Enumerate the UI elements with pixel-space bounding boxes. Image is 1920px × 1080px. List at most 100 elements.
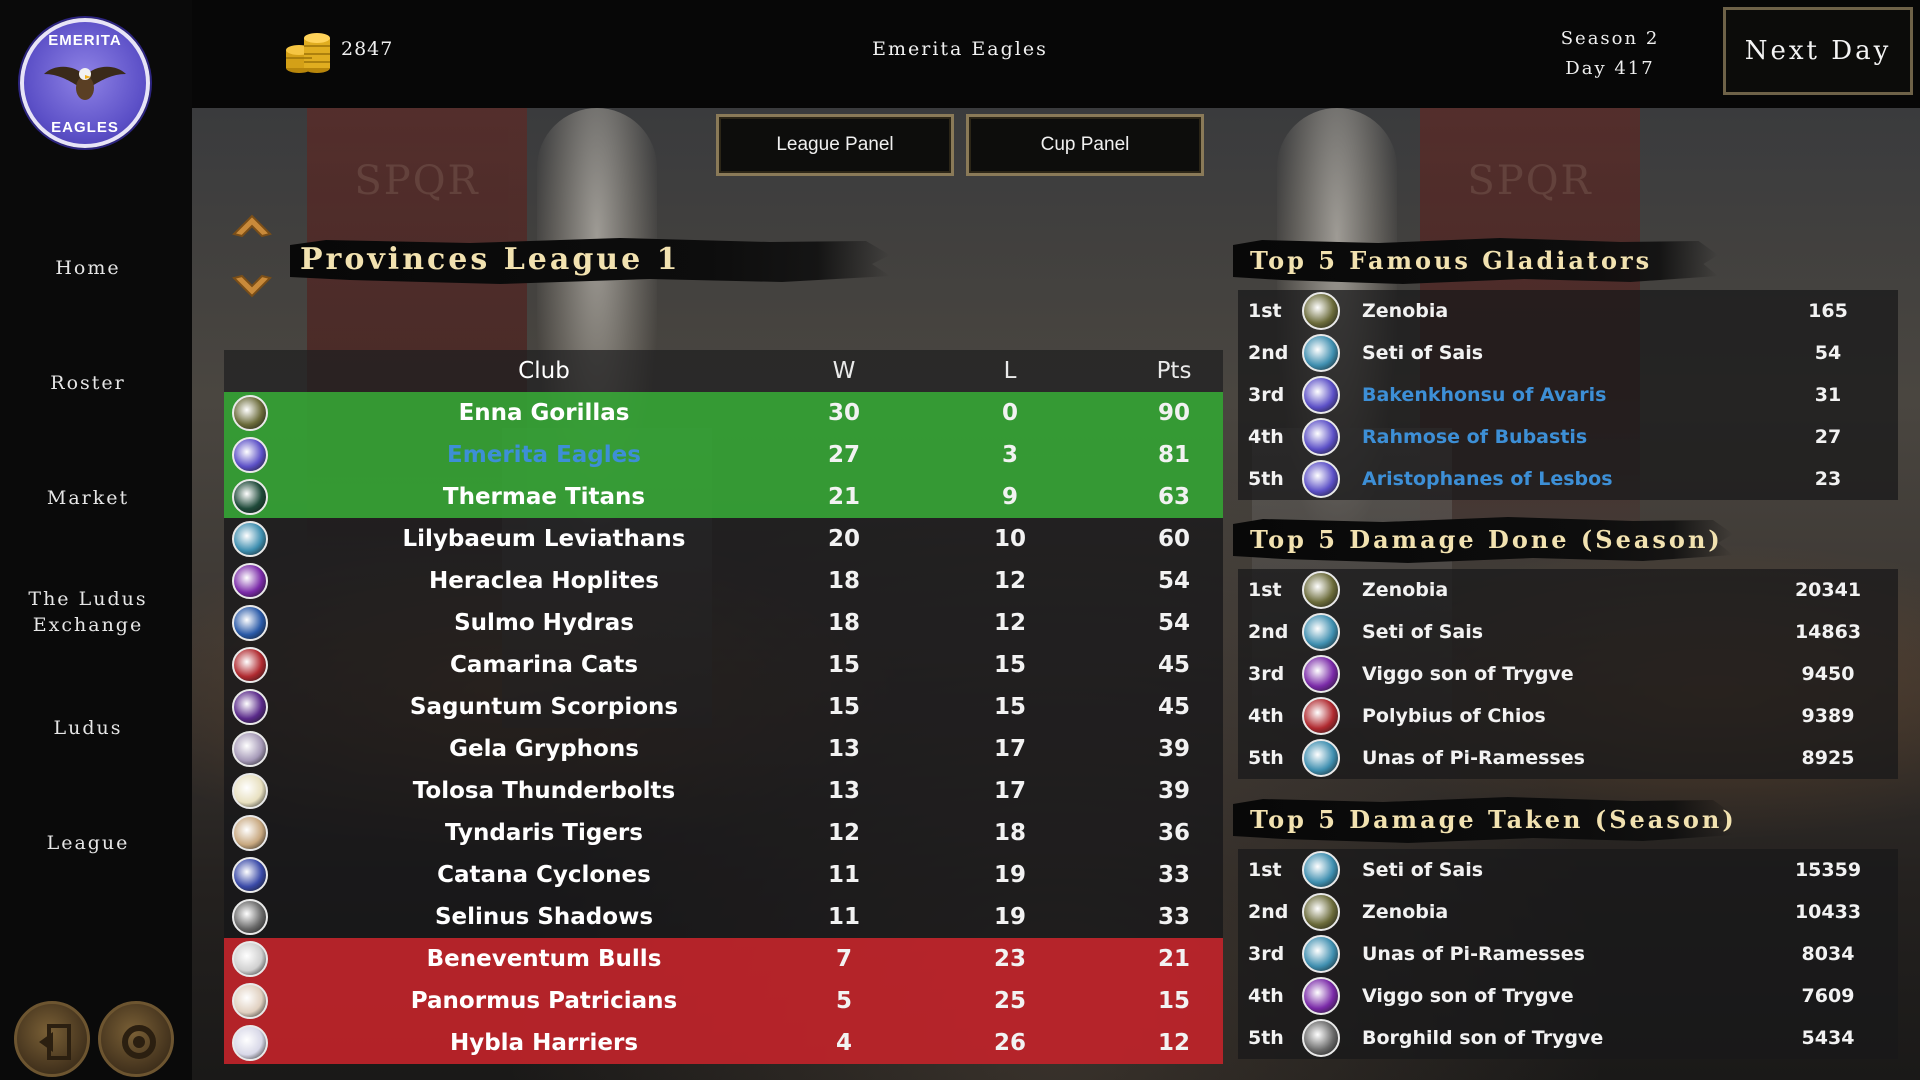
gladiator-name[interactable]: Rahmose of Bubastis — [1362, 426, 1762, 448]
league-row[interactable]: Camarina Cats 15 15 45 — [224, 644, 1223, 686]
nav-roster[interactable]: Roster — [0, 370, 176, 396]
league-row[interactable]: Catana Cyclones 11 19 33 — [224, 854, 1223, 896]
damage-taken-table: 1st Seti of Sais 15359 2nd Zenobia 10433 3rd Un… — [1238, 849, 1898, 1059]
previous-league-arrow[interactable] — [230, 206, 274, 240]
league-row[interactable]: Heraclea Hoplites 18 12 54 — [224, 560, 1223, 602]
wins-cell: 21 — [827, 484, 860, 510]
damage-done-title: Top 5 Damage Done (Season) — [1250, 525, 1723, 554]
nav-league[interactable]: League — [0, 830, 176, 856]
losses-cell: 17 — [993, 778, 1026, 804]
losses-cell: 3 — [1001, 442, 1018, 468]
club-name-cell[interactable]: Selinus Shadows — [344, 904, 744, 930]
points-cell: 33 — [1157, 904, 1190, 930]
wins-cell: 11 — [827, 862, 860, 888]
club-badge-icon — [1302, 935, 1340, 973]
league-row[interactable]: Saguntum Scorpions 15 15 45 — [224, 686, 1223, 728]
league-row[interactable]: Panormus Patricians 5 25 15 — [224, 980, 1223, 1022]
gladiator-name[interactable]: Borghild son of Trygve — [1362, 1027, 1762, 1049]
club-name-cell[interactable]: Thermae Titans — [344, 484, 744, 510]
stat-row: 5th Aristophanes of Lesbos 23 — [1238, 458, 1898, 500]
settings-gear-icon — [122, 1025, 156, 1059]
league-title: Provinces League 1 — [300, 242, 681, 277]
wins-cell: 13 — [827, 778, 860, 804]
club-name-cell[interactable]: Tolosa Thunderbolts — [344, 778, 744, 804]
losses-cell: 12 — [993, 610, 1026, 636]
col-club: Club — [518, 358, 570, 384]
club-badge-icon — [232, 857, 268, 893]
gladiator-name[interactable]: Seti of Sais — [1362, 621, 1762, 643]
club-name-cell[interactable]: Saguntum Scorpions — [344, 694, 744, 720]
rank-cell: 3rd — [1248, 943, 1285, 965]
league-table: Club W L Pts Enna Gorillas 30 0 90 Emerita E… — [224, 350, 1223, 1064]
club-badge-icon — [1302, 613, 1340, 651]
stat-row: 5th Borghild son of Trygve 5434 — [1238, 1017, 1898, 1059]
stat-row: 2nd Zenobia 10433 — [1238, 891, 1898, 933]
league-row[interactable]: Hybla Harriers 4 26 12 — [224, 1022, 1223, 1064]
losses-cell: 15 — [993, 694, 1026, 720]
club-name-cell[interactable]: Emerita Eagles — [344, 442, 744, 468]
league-panel-button[interactable]: League Panel — [716, 114, 954, 176]
points-cell: 63 — [1157, 484, 1190, 510]
stat-row: 1st Zenobia 20341 — [1238, 569, 1898, 611]
gladiator-name[interactable]: Seti of Sais — [1362, 859, 1762, 881]
sidebar: EMERITA EAGLES Home Roster Market The Lu… — [0, 0, 192, 1080]
club-name-cell[interactable]: Heraclea Hoplites — [344, 568, 744, 594]
stat-row: 3rd Unas of Pi-Ramesses 8034 — [1238, 933, 1898, 975]
next-day-button[interactable]: Next Day — [1723, 7, 1913, 95]
gladiator-name[interactable]: Viggo son of Trygve — [1362, 663, 1762, 685]
league-row[interactable]: Beneventum Bulls 7 23 21 — [224, 938, 1223, 980]
league-row[interactable]: Gela Gryphons 13 17 39 — [224, 728, 1223, 770]
league-row[interactable]: Emerita Eagles 27 3 81 — [224, 434, 1223, 476]
club-name-cell[interactable]: Sulmo Hydras — [344, 610, 744, 636]
gladiator-name[interactable]: Aristophanes of Lesbos — [1362, 468, 1762, 490]
exit-button[interactable] — [14, 1001, 90, 1077]
league-row[interactable]: Sulmo Hydras 18 12 54 — [224, 602, 1223, 644]
league-row[interactable]: Tyndaris Tigers 12 18 36 — [224, 812, 1223, 854]
gladiator-name[interactable]: Seti of Sais — [1362, 342, 1762, 364]
gladiator-name[interactable]: Zenobia — [1362, 300, 1762, 322]
gladiator-name[interactable]: Bakenkhonsu of Avaris — [1362, 384, 1762, 406]
gladiator-name[interactable]: Polybius of Chios — [1362, 705, 1762, 727]
league-row[interactable]: Enna Gorillas 30 0 90 — [224, 392, 1223, 434]
nav-market[interactable]: Market — [0, 485, 176, 511]
league-row[interactable]: Tolosa Thunderbolts 13 17 39 — [224, 770, 1223, 812]
league-row[interactable]: Thermae Titans 21 9 63 — [224, 476, 1223, 518]
nav-home[interactable]: Home — [0, 255, 176, 281]
club-name-cell[interactable]: Enna Gorillas — [344, 400, 744, 426]
club-name-cell[interactable]: Catana Cyclones — [344, 862, 744, 888]
club-name-cell[interactable]: Beneventum Bulls — [344, 946, 744, 972]
stat-value: 20341 — [1794, 579, 1862, 601]
next-league-arrow[interactable] — [230, 272, 274, 306]
club-badge-icon — [1302, 418, 1340, 456]
losses-cell: 23 — [993, 946, 1026, 972]
club-badge-icon — [1302, 1019, 1340, 1057]
club-name-cell[interactable]: Panormus Patricians — [344, 988, 744, 1014]
points-cell: 81 — [1157, 442, 1190, 468]
damage-done-table: 1st Zenobia 20341 2nd Seti of Sais 14863 3rd Vi… — [1238, 569, 1898, 779]
club-name-cell[interactable]: Tyndaris Tigers — [344, 820, 744, 846]
nav-ludus-exchange[interactable]: The Ludus Exchange — [0, 586, 176, 638]
stat-value: 8925 — [1801, 747, 1855, 769]
nav-ludus[interactable]: Ludus — [0, 715, 176, 741]
club-badge-icon — [232, 395, 268, 431]
gladiator-name[interactable]: Zenobia — [1362, 901, 1762, 923]
league-row[interactable]: Lilybaeum Leviathans 20 10 60 — [224, 518, 1223, 560]
settings-button[interactable] — [98, 1001, 174, 1077]
club-name-cell[interactable]: Lilybaeum Leviathans — [344, 526, 744, 552]
cup-panel-button[interactable]: Cup Panel — [966, 114, 1204, 176]
gladiator-name[interactable]: Viggo son of Trygve — [1362, 985, 1762, 1007]
club-name-cell[interactable]: Camarina Cats — [344, 652, 744, 678]
club-badge-icon — [232, 521, 268, 557]
gladiator-name[interactable]: Zenobia — [1362, 579, 1762, 601]
club-badge-icon — [1302, 851, 1340, 889]
stat-row: 4th Polybius of Chios 9389 — [1238, 695, 1898, 737]
club-badge-icon — [1302, 655, 1340, 693]
gladiator-name[interactable]: Unas of Pi-Ramesses — [1362, 943, 1762, 965]
league-row[interactable]: Selinus Shadows 11 19 33 — [224, 896, 1223, 938]
club-name-cell[interactable]: Gela Gryphons — [344, 736, 744, 762]
gladiator-name[interactable]: Unas of Pi-Ramesses — [1362, 747, 1762, 769]
wins-cell: 20 — [827, 526, 860, 552]
club-name-cell[interactable]: Hybla Harriers — [344, 1030, 744, 1056]
club-badge-icon — [1302, 697, 1340, 735]
club-logo[interactable]: EMERITA EAGLES — [20, 18, 150, 148]
